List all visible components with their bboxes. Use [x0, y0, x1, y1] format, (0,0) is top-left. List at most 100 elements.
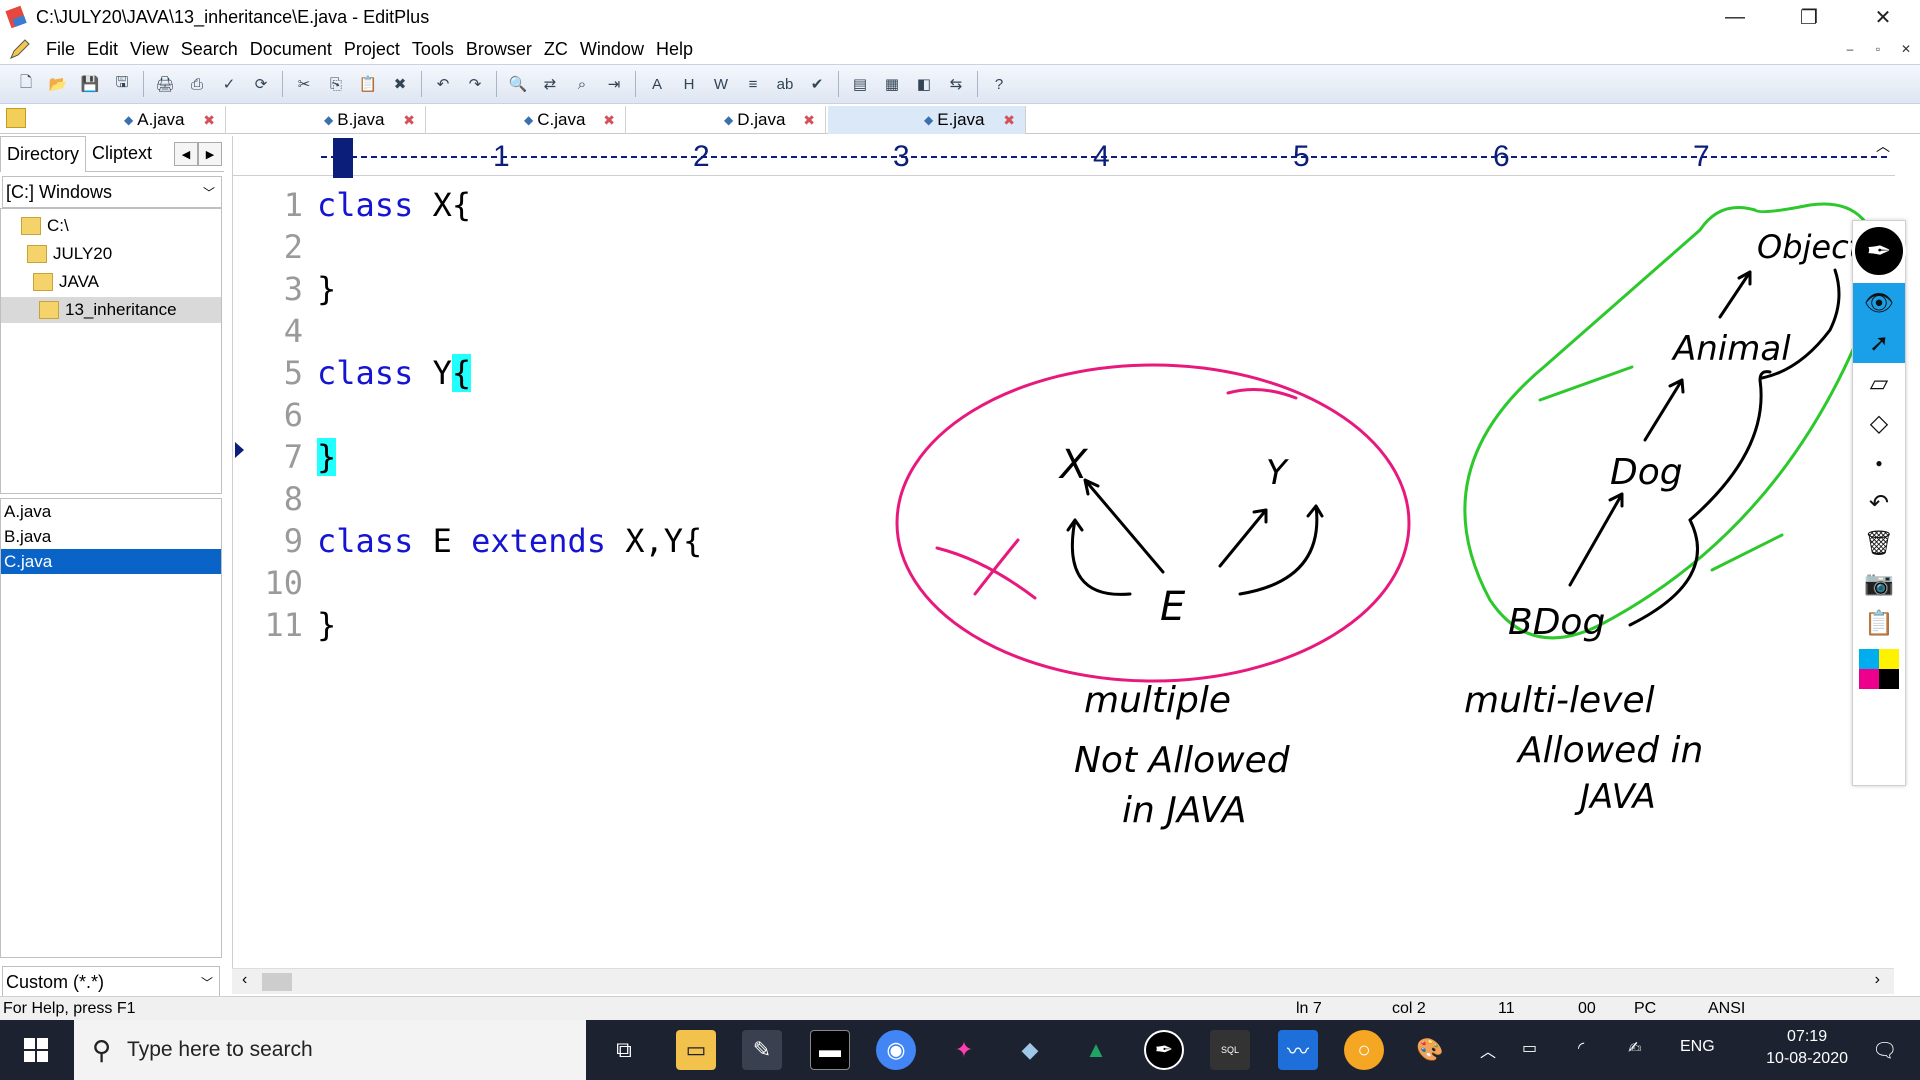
- open-icon[interactable]: 📂: [44, 70, 72, 98]
- file-list-item[interactable]: A.java: [1, 499, 221, 524]
- start-button[interactable]: [0, 1020, 72, 1080]
- copy-icon[interactable]: ⎘: [322, 70, 350, 98]
- code-line[interactable]: }: [317, 606, 336, 644]
- file-list-item[interactable]: B.java: [1, 524, 221, 549]
- eye-icon[interactable]: 👁: [1853, 283, 1905, 323]
- drive-select[interactable]: [C:] Windows ﹀: [2, 176, 222, 208]
- clock[interactable]: 07:19 10-08-2020: [1766, 1026, 1848, 1070]
- save-all-icon[interactable]: 🖫: [108, 70, 136, 98]
- mdi-restore-button[interactable]: ▫: [1864, 36, 1892, 62]
- cut-icon[interactable]: ✂: [290, 70, 318, 98]
- chart-app-icon[interactable]: 〰: [1278, 1030, 1318, 1070]
- undo-icon[interactable]: ↶: [429, 70, 457, 98]
- minimize-button[interactable]: —: [1698, 0, 1772, 34]
- tab-scroll-right-button[interactable]: ▶: [198, 142, 222, 166]
- scroll-left-icon[interactable]: ‹: [242, 971, 247, 989]
- recorder-icon[interactable]: ○: [1344, 1030, 1384, 1070]
- find-icon[interactable]: 🔍: [504, 70, 532, 98]
- mdi-close-button[interactable]: ✕: [1892, 36, 1920, 62]
- save-icon[interactable]: 💾: [76, 70, 104, 98]
- camera-icon[interactable]: 📷: [1853, 563, 1905, 603]
- scroll-thumb[interactable]: [262, 973, 292, 991]
- swatch-magenta[interactable]: [1859, 669, 1879, 689]
- file-filter-select[interactable]: Custom (*.*) ﹀: [2, 966, 220, 998]
- code-line[interactable]: }: [317, 438, 337, 476]
- spellcheck-icon[interactable]: ✓: [215, 70, 243, 98]
- tab-c-java[interactable]: ◆ C.java ✖: [428, 106, 626, 134]
- tab-e-java[interactable]: ◆ E.java ✖: [828, 106, 1026, 134]
- tree-item[interactable]: JAVA: [1, 269, 221, 295]
- editplus-taskbar-icon[interactable]: ✎: [742, 1030, 782, 1070]
- tree-item[interactable]: 13_inheritance: [1, 297, 221, 323]
- battery-icon[interactable]: ▭: [1522, 1038, 1537, 1058]
- tab-d-java[interactable]: ◆ D.java ✖: [628, 106, 826, 134]
- menu-document[interactable]: Document: [250, 39, 332, 60]
- menu-view[interactable]: View: [130, 39, 169, 60]
- close-tab-icon[interactable]: ✖: [1003, 112, 1015, 129]
- view1-icon[interactable]: ▤: [846, 70, 874, 98]
- code-editor[interactable]: 1234567 ︿ ﹀ 1234567891011class X{}class …: [232, 136, 1895, 1080]
- check-icon[interactable]: ✔: [803, 70, 831, 98]
- pen-tray-icon[interactable]: ✍: [1628, 1038, 1641, 1058]
- reload-icon[interactable]: ⟳: [247, 70, 275, 98]
- print-icon[interactable]: ⎙: [183, 70, 211, 98]
- tab-scroll-left-button[interactable]: ◀: [174, 142, 198, 166]
- file-explorer-icon[interactable]: ▭: [676, 1030, 716, 1070]
- browser-icon[interactable]: ◧: [910, 70, 938, 98]
- close-tab-icon[interactable]: ✖: [803, 112, 815, 129]
- abc-icon[interactable]: ab: [771, 70, 799, 98]
- notebook-icon[interactable]: ◆: [1010, 1030, 1050, 1070]
- menu-edit[interactable]: Edit: [87, 39, 118, 60]
- scroll-right-icon[interactable]: ›: [1875, 971, 1880, 989]
- pen-tool-logo-icon[interactable]: ✒: [1852, 224, 1906, 278]
- clipboard-icon[interactable]: 📋: [1853, 603, 1905, 643]
- goto-icon[interactable]: ⇥: [600, 70, 628, 98]
- paste-icon[interactable]: 📋: [354, 70, 382, 98]
- magic-pen-icon[interactable]: ✦: [944, 1030, 984, 1070]
- paint-icon[interactable]: 🎨: [1410, 1030, 1450, 1070]
- tab-cliptext[interactable]: Cliptext: [86, 136, 158, 172]
- chrome-icon[interactable]: ◉: [876, 1030, 916, 1070]
- swatch-yellow[interactable]: [1879, 649, 1899, 669]
- swatch-cyan[interactable]: [1859, 649, 1879, 669]
- pen-app-icon[interactable]: ✒: [1144, 1030, 1184, 1070]
- mysql-icon[interactable]: SQL: [1210, 1030, 1250, 1070]
- mdi-minimize-button[interactable]: –: [1836, 36, 1864, 62]
- word-wrap-icon[interactable]: W: [707, 70, 735, 98]
- tab-directory[interactable]: Directory: [0, 135, 87, 172]
- close-tab-icon[interactable]: ✖: [203, 112, 215, 129]
- scroll-up-icon[interactable]: ︿: [1872, 136, 1894, 156]
- horizontal-scrollbar[interactable]: ‹ ›: [232, 968, 1894, 994]
- hex-icon[interactable]: H: [675, 70, 703, 98]
- help-icon[interactable]: ?: [985, 70, 1013, 98]
- tree-item[interactable]: C:\: [1, 213, 221, 239]
- replace-icon[interactable]: ⇄: [536, 70, 564, 98]
- menu-window[interactable]: Window: [580, 39, 644, 60]
- language-indicator[interactable]: ENG: [1680, 1038, 1715, 1056]
- restore-button[interactable]: ❐: [1772, 0, 1846, 34]
- font-icon[interactable]: A: [643, 70, 671, 98]
- menu-search[interactable]: Search: [181, 39, 238, 60]
- code-line[interactable]: class X{: [317, 186, 471, 224]
- print-preview-icon[interactable]: 🖨: [151, 70, 179, 98]
- code-line[interactable]: class E extends X,Y{: [317, 522, 702, 560]
- eraser-icon[interactable]: ◇: [1853, 403, 1905, 443]
- menu-tools[interactable]: Tools: [412, 39, 454, 60]
- notifications-icon[interactable]: 🗨: [1872, 1038, 1897, 1063]
- menu-zc[interactable]: ZC: [544, 39, 568, 60]
- file-list-item[interactable]: C.java: [1, 549, 221, 574]
- tab-a-java[interactable]: ◆ A.java ✖: [28, 106, 226, 134]
- close-tab-icon[interactable]: ✖: [403, 112, 415, 129]
- menu-browser[interactable]: Browser: [466, 39, 532, 60]
- terminal-icon[interactable]: ▬: [810, 1030, 850, 1070]
- tab-b-java[interactable]: ◆ B.java ✖: [228, 106, 426, 134]
- menu-file[interactable]: File: [46, 39, 75, 60]
- menu-help[interactable]: Help: [656, 39, 693, 60]
- swatch-black[interactable]: [1879, 669, 1899, 689]
- taskbar-search[interactable]: ⚲ Type here to search: [74, 1020, 586, 1080]
- trash-icon[interactable]: 🗑: [1853, 523, 1905, 563]
- delete-icon[interactable]: ✖: [386, 70, 414, 98]
- wifi-icon[interactable]: ◜: [1578, 1038, 1584, 1058]
- dot-size-icon[interactable]: ●: [1853, 443, 1905, 483]
- new-file-icon[interactable]: 🗋: [12, 70, 40, 98]
